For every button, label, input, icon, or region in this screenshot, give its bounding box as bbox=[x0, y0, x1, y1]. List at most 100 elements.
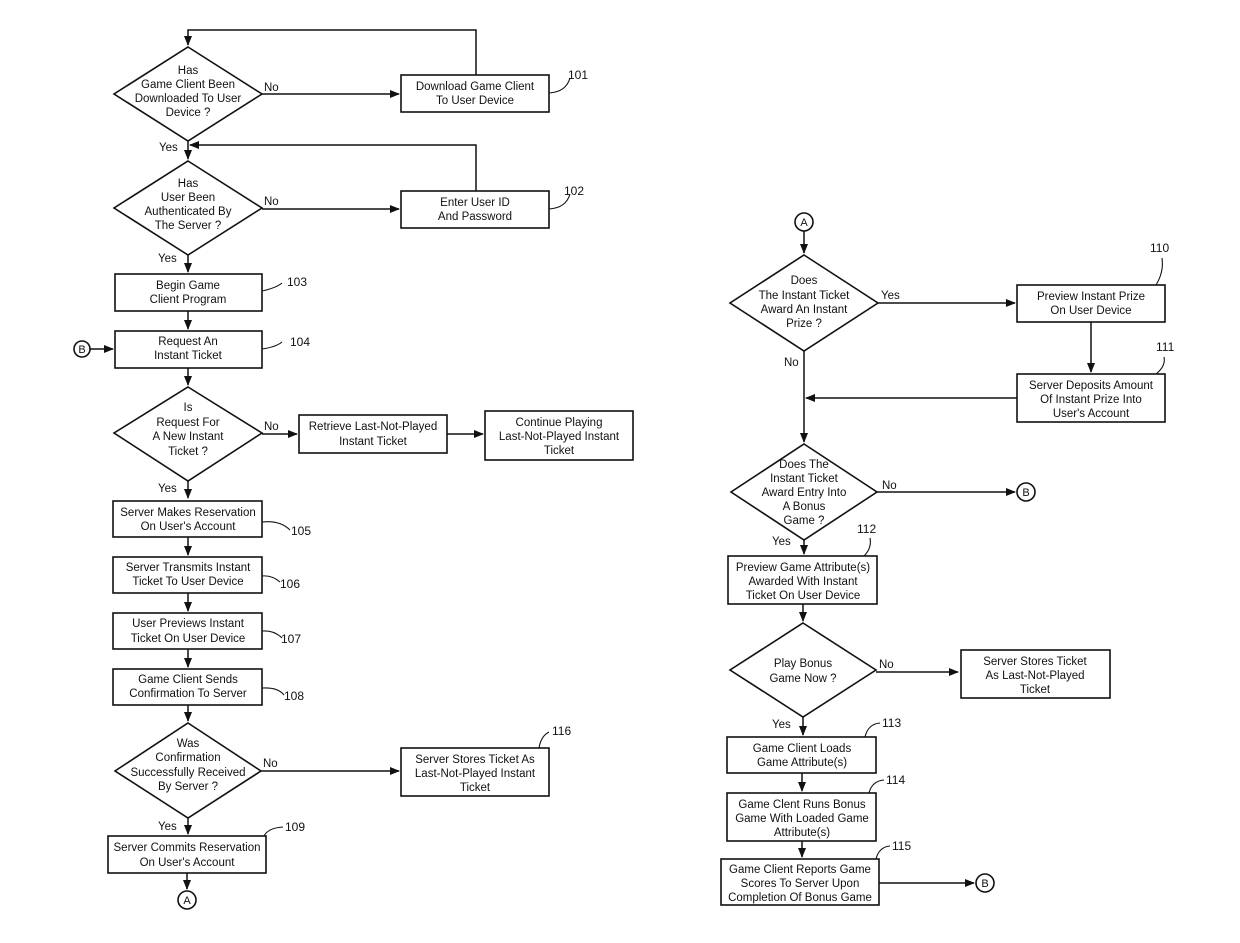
node-text: Enter User ID bbox=[440, 197, 510, 209]
process-110-preview-instant-prize: Preview Instant Prize On User Device bbox=[1016, 284, 1166, 323]
node-text: Device ? bbox=[166, 107, 211, 119]
leader-line bbox=[548, 77, 571, 94]
node-text: Ticket bbox=[460, 782, 491, 794]
node-text: Successfully Received bbox=[130, 767, 245, 779]
node-text: Server Stores Ticket bbox=[983, 656, 1087, 668]
node-text: Awarded With Instant bbox=[748, 576, 858, 588]
node-text: As Last-Not-Played bbox=[985, 670, 1084, 682]
edge-label-no: No bbox=[784, 357, 799, 369]
leader-line bbox=[261, 575, 281, 583]
edge-label-no: No bbox=[264, 196, 279, 208]
node-text: Does bbox=[791, 275, 818, 287]
ref-number-116: 116 bbox=[552, 724, 571, 738]
node-text: Server Transmits Instant bbox=[126, 562, 251, 574]
node-text: User's Account bbox=[1053, 408, 1130, 420]
ref-number-114: 114 bbox=[886, 773, 905, 787]
edge-label-no: No bbox=[882, 480, 897, 492]
connector-a-top: A bbox=[794, 212, 814, 232]
node-text: Game ? bbox=[784, 515, 825, 527]
node-text: Continue Playing bbox=[516, 417, 603, 429]
decision-confirmation-received: Was Confirmation Successfully Received B… bbox=[113, 722, 263, 819]
process-112-preview-game-attributes: Preview Game Attribute(s) Awarded With I… bbox=[727, 555, 878, 605]
leader-line bbox=[863, 537, 871, 557]
node-text: Begin Game bbox=[156, 280, 220, 292]
decision-instant-prize: Does The Instant Ticket Award An Instant… bbox=[728, 254, 880, 352]
leader-line bbox=[538, 731, 550, 749]
connector-label: B bbox=[78, 344, 85, 356]
node-text: Authenticated By bbox=[145, 206, 232, 218]
decision-play-bonus-now: Play Bonus Game Now ? bbox=[728, 622, 878, 718]
node-text: A Bonus bbox=[783, 501, 826, 513]
node-text: On User's Account bbox=[141, 521, 237, 533]
leader-line bbox=[1155, 356, 1165, 375]
node-text: Game Client Reports Game bbox=[729, 864, 871, 876]
edge-label-no: No bbox=[264, 421, 279, 433]
ref-number-115: 115 bbox=[892, 839, 911, 853]
flowchart: Has Game Client Been Downloaded To User … bbox=[73, 29, 1175, 910]
process-104-request-instant-ticket: Request An Instant Ticket bbox=[114, 330, 263, 369]
process-116-server-stores-ticket: Server Stores Ticket As Last-Not-Played … bbox=[400, 747, 550, 797]
node-text: Game Attribute(s) bbox=[757, 757, 847, 769]
node-text: Preview Instant Prize bbox=[1037, 291, 1145, 303]
node-text: Game Client Loads bbox=[753, 743, 852, 755]
edge-label-yes: Yes bbox=[158, 821, 177, 833]
node-text: User Previews Instant bbox=[132, 618, 245, 630]
node-text: Confirmation To Server bbox=[129, 688, 247, 700]
ref-number-113: 113 bbox=[882, 716, 901, 730]
node-text: Game Client Been bbox=[141, 79, 235, 91]
leader-line bbox=[261, 630, 283, 639]
node-text: Of Instant Prize Into bbox=[1040, 394, 1142, 406]
node-text: Instant Ticket bbox=[339, 436, 408, 448]
process-continue-playing: Continue Playing Last-Not-Played Instant… bbox=[484, 410, 634, 461]
node-text: Client Program bbox=[150, 294, 227, 306]
edge-label-no: No bbox=[879, 659, 894, 671]
node-text: A New Instant bbox=[153, 431, 225, 443]
node-text: Was bbox=[177, 738, 200, 750]
node-text: Retrieve Last-Not-Played bbox=[309, 421, 437, 433]
connector-label: A bbox=[800, 217, 808, 229]
node-text: Ticket bbox=[1020, 684, 1051, 696]
node-text: By Server ? bbox=[158, 781, 218, 793]
leader-line bbox=[261, 282, 283, 292]
node-text: Game Client Sends bbox=[138, 674, 238, 686]
edge-label-yes: Yes bbox=[158, 253, 177, 265]
node-text: Server Commits Reservation bbox=[114, 842, 261, 854]
node-text: Last-Not-Played Instant bbox=[415, 768, 536, 780]
node-text: Game Clent Runs Bonus bbox=[738, 799, 865, 811]
node-text: And Password bbox=[438, 211, 512, 223]
leader-line bbox=[261, 521, 291, 531]
leader-line bbox=[864, 722, 881, 738]
connector-b-right-1: B bbox=[1016, 482, 1036, 502]
ref-number-102: 102 bbox=[564, 184, 584, 198]
decision-new-instant-ticket: Is Request For A New Instant Ticket ? bbox=[112, 386, 264, 482]
node-text: Instant Ticket bbox=[154, 350, 223, 362]
decision-bonus-game-entry: Does The Instant Ticket Award Entry Into… bbox=[729, 443, 879, 541]
ref-number-111: 111 bbox=[1156, 340, 1175, 354]
process-114-game-client-runs-bonus: Game Clent Runs Bonus Game With Loaded G… bbox=[726, 792, 877, 842]
node-text: Has bbox=[178, 65, 199, 77]
node-text: Server Makes Reservation bbox=[120, 507, 256, 519]
connector-b-left: B bbox=[73, 340, 91, 358]
node-text: Scores To Server Upon bbox=[741, 878, 860, 890]
edge-label-yes: Yes bbox=[772, 536, 791, 548]
node-text: User Been bbox=[161, 192, 215, 204]
edge-label-no: No bbox=[263, 758, 278, 770]
ref-number-105: 105 bbox=[291, 524, 311, 538]
node-text: Server Deposits Amount bbox=[1029, 380, 1154, 392]
decision-user-authenticated: Has User Been Authenticated By The Serve… bbox=[112, 160, 264, 256]
process-102-enter-user-id: Enter User ID And Password bbox=[400, 190, 550, 229]
node-text: Downloaded To User bbox=[135, 93, 242, 105]
node-text: Does The bbox=[779, 459, 829, 471]
node-text: Server Stores Ticket As bbox=[415, 754, 535, 766]
leader-line bbox=[868, 779, 885, 794]
node-text: Game Now ? bbox=[769, 673, 836, 685]
ref-number-112: 112 bbox=[857, 522, 876, 536]
process-103-begin-game-client: Begin Game Client Program bbox=[114, 273, 263, 312]
node-text: Ticket bbox=[544, 445, 575, 457]
connector-a-bottom: A bbox=[177, 890, 197, 910]
edge-label-no: No bbox=[264, 82, 279, 94]
node-text: Prize ? bbox=[786, 318, 822, 330]
node-text: Play Bonus bbox=[774, 658, 832, 670]
process-115-game-client-reports-scores: Game Client Reports Game Scores To Serve… bbox=[720, 858, 880, 906]
node-text: Ticket On User Device bbox=[746, 590, 861, 602]
